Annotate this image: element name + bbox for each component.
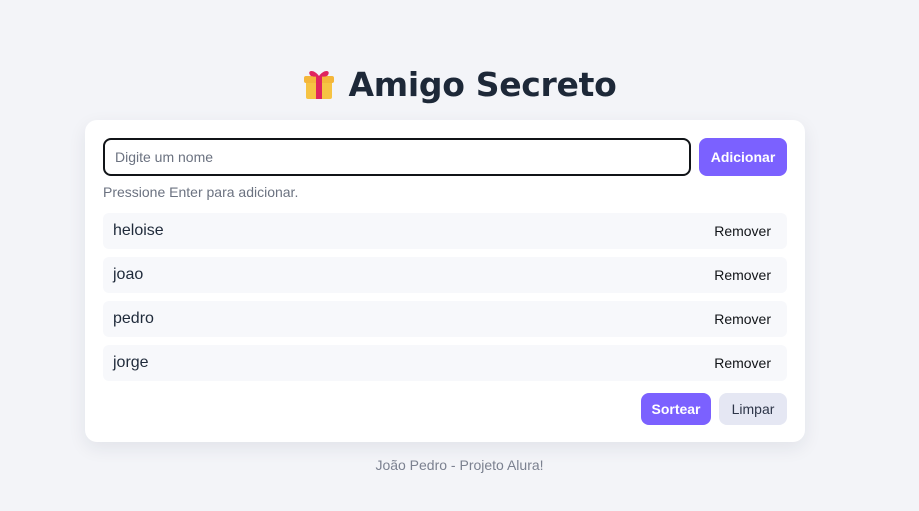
action-buttons: Sortear Limpar <box>641 393 787 425</box>
gift-icon <box>303 71 334 99</box>
draw-button[interactable]: Sortear <box>641 393 711 425</box>
page-title: Amigo Secreto <box>348 64 617 104</box>
remove-button[interactable]: Remover <box>708 311 777 327</box>
list-item-name: pedro <box>113 310 154 327</box>
main-card: Adicionar Pressione Enter para adicionar… <box>85 120 805 442</box>
footer-credit: João Pedro - Projeto Alura! <box>375 457 544 473</box>
input-row: Adicionar <box>103 138 787 176</box>
remove-button[interactable]: Remover <box>708 223 777 239</box>
page-header: Amigo Secreto <box>0 62 919 106</box>
list-item-name: heloise <box>113 222 164 239</box>
remove-button[interactable]: Remover <box>708 355 777 371</box>
list-item-name: jorge <box>113 354 149 371</box>
add-button[interactable]: Adicionar <box>699 138 787 176</box>
list-item: heloise Remover <box>103 213 787 249</box>
list-item: joao Remover <box>103 257 787 293</box>
friends-list: heloise Remover joao Remover pedro Remov… <box>103 213 787 389</box>
list-item: pedro Remover <box>103 301 787 337</box>
clear-button[interactable]: Limpar <box>719 393 787 425</box>
remove-button[interactable]: Remover <box>708 267 777 283</box>
list-item-name: joao <box>113 266 144 283</box>
input-hint: Pressione Enter para adicionar. <box>103 184 299 200</box>
name-input[interactable] <box>103 138 691 176</box>
list-item: jorge Remover <box>103 345 787 381</box>
